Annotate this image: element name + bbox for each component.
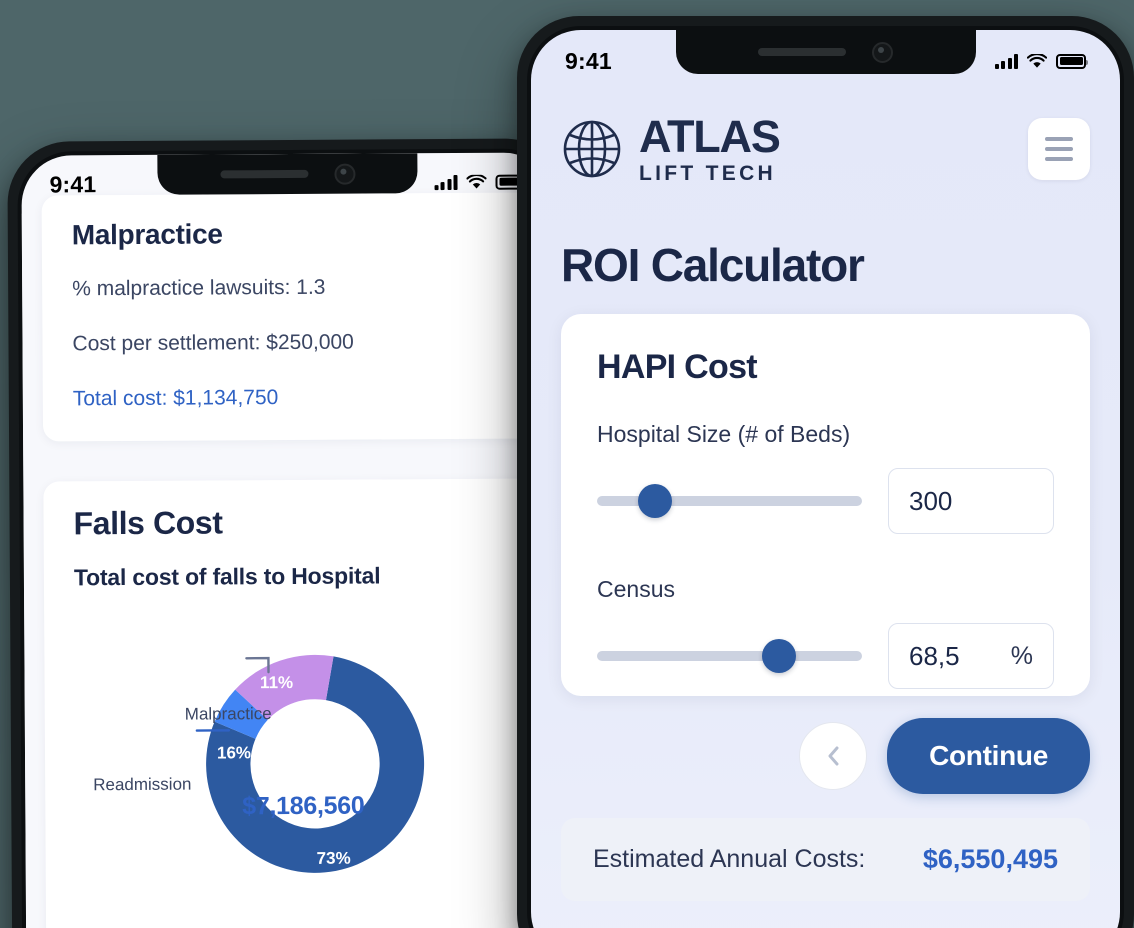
malpractice-lawsuits-line: % malpractice lawsuits: 1.3 bbox=[72, 275, 326, 301]
hospital-size-label: Hospital Size (# of Beds) bbox=[597, 421, 851, 447]
hospital-size-field: 300 bbox=[597, 468, 1054, 534]
wizard-actions: Continue bbox=[561, 718, 1090, 794]
globe-icon bbox=[563, 120, 621, 178]
status-time: 9:41 bbox=[565, 47, 612, 74]
battery-icon bbox=[1056, 53, 1088, 69]
phone-screen-front: 9:41 ATLAS LIFT TECH ROI Calculator HAPI… bbox=[531, 30, 1120, 928]
donut-svg: 11% 16% 73% bbox=[195, 654, 425, 873]
status-icons-front bbox=[994, 53, 1088, 69]
donut-value-malpractice: 11% bbox=[260, 673, 293, 692]
status-icons-back bbox=[434, 174, 526, 190]
continue-button[interactable]: Continue bbox=[887, 718, 1090, 794]
malpractice-card-title: Malpractice bbox=[71, 218, 223, 251]
estimated-annual-costs-bar: Estimated Annual Costs: $6,550,495 bbox=[561, 818, 1090, 901]
donut-value-readmission: 16% bbox=[217, 743, 251, 762]
signal-bars-icon bbox=[434, 174, 458, 190]
census-label: Census bbox=[597, 576, 675, 602]
cost-per-settlement-line: Cost per settlement: $250,000 bbox=[72, 330, 354, 356]
estimated-annual-costs-value: $6,550,495 bbox=[922, 844, 1058, 874]
census-input[interactable]: 68,5 % bbox=[888, 623, 1054, 689]
brand-wordmark: ATLAS LIFT TECH bbox=[639, 111, 781, 185]
status-bar-back: 9:41 bbox=[21, 152, 553, 213]
malpractice-card: Malpractice % malpractice lawsuits: 1.3 … bbox=[41, 192, 536, 442]
census-value: 68,5 bbox=[909, 640, 960, 671]
slider-track bbox=[597, 651, 862, 661]
brand-logo[interactable]: ATLAS LIFT TECH bbox=[561, 111, 781, 185]
falls-donut-chart: 11% 16% 73% Readmission Malpractice $7,1… bbox=[74, 623, 508, 928]
estimated-annual-costs-label: Estimated Annual Costs: bbox=[593, 845, 866, 873]
hospital-size-slider[interactable] bbox=[597, 484, 862, 518]
census-field: 68,5 % bbox=[597, 623, 1054, 689]
donut-center-value: $7,186,560 bbox=[242, 791, 365, 821]
back-phone-content: Malpractice % malpractice lawsuits: 1.3 … bbox=[21, 192, 559, 928]
slider-thumb[interactable] bbox=[761, 639, 796, 673]
falls-cost-card: Falls Cost Total cost of falls to Hospit… bbox=[43, 478, 539, 928]
brand-tagline: LIFT TECH bbox=[639, 162, 777, 185]
phone-screen-back: 9:41 Malpractice % malpractice lawsuits:… bbox=[21, 152, 559, 928]
phone-bezel-back: 9:41 Malpractice % malpractice lawsuits:… bbox=[17, 148, 563, 928]
foreground-phone: 9:41 ATLAS LIFT TECH ROI Calculator HAPI… bbox=[517, 16, 1134, 928]
hospital-size-input[interactable]: 300 bbox=[888, 468, 1054, 534]
hamburger-menu-icon[interactable] bbox=[1028, 118, 1090, 180]
phone-bezel-front: 9:41 ATLAS LIFT TECH ROI Calculator HAPI… bbox=[527, 26, 1124, 928]
front-phone-content: ATLAS LIFT TECH ROI Calculator HAPI Cost… bbox=[531, 92, 1120, 928]
falls-cost-subtitle: Total cost of falls to Hospital bbox=[73, 562, 381, 591]
hapi-cost-section-title: HAPI Cost bbox=[597, 348, 758, 386]
donut-value-hospital: 73% bbox=[317, 849, 351, 868]
falls-cost-title: Falls Cost bbox=[73, 504, 223, 542]
donut-label-readmission: Readmission bbox=[93, 774, 192, 795]
hospital-size-value: 300 bbox=[909, 485, 953, 516]
brand-name: ATLAS bbox=[639, 111, 781, 162]
wifi-icon bbox=[466, 174, 487, 188]
status-bar-front: 9:41 bbox=[531, 30, 1120, 92]
census-slider[interactable] bbox=[597, 639, 862, 673]
app-header: ATLAS LIFT TECH bbox=[561, 92, 1090, 190]
status-time: 9:41 bbox=[49, 170, 97, 197]
back-button[interactable] bbox=[799, 722, 868, 790]
wifi-icon bbox=[1027, 53, 1047, 68]
background-phone: 9:41 Malpractice % malpractice lawsuits:… bbox=[7, 138, 573, 928]
chevron-left-icon bbox=[828, 746, 839, 766]
donut-label-malpractice: Malpractice bbox=[184, 704, 272, 724]
signal-bars-icon bbox=[994, 53, 1018, 69]
malpractice-total-cost-line: Total cost: $1,134,750 bbox=[72, 386, 279, 411]
slider-thumb[interactable] bbox=[638, 484, 673, 518]
slider-track bbox=[597, 496, 862, 506]
census-unit: % bbox=[1010, 641, 1033, 670]
page-title: ROI Calculator bbox=[561, 239, 865, 291]
hapi-cost-card: HAPI Cost Hospital Size (# of Beds) 300 … bbox=[561, 314, 1090, 696]
